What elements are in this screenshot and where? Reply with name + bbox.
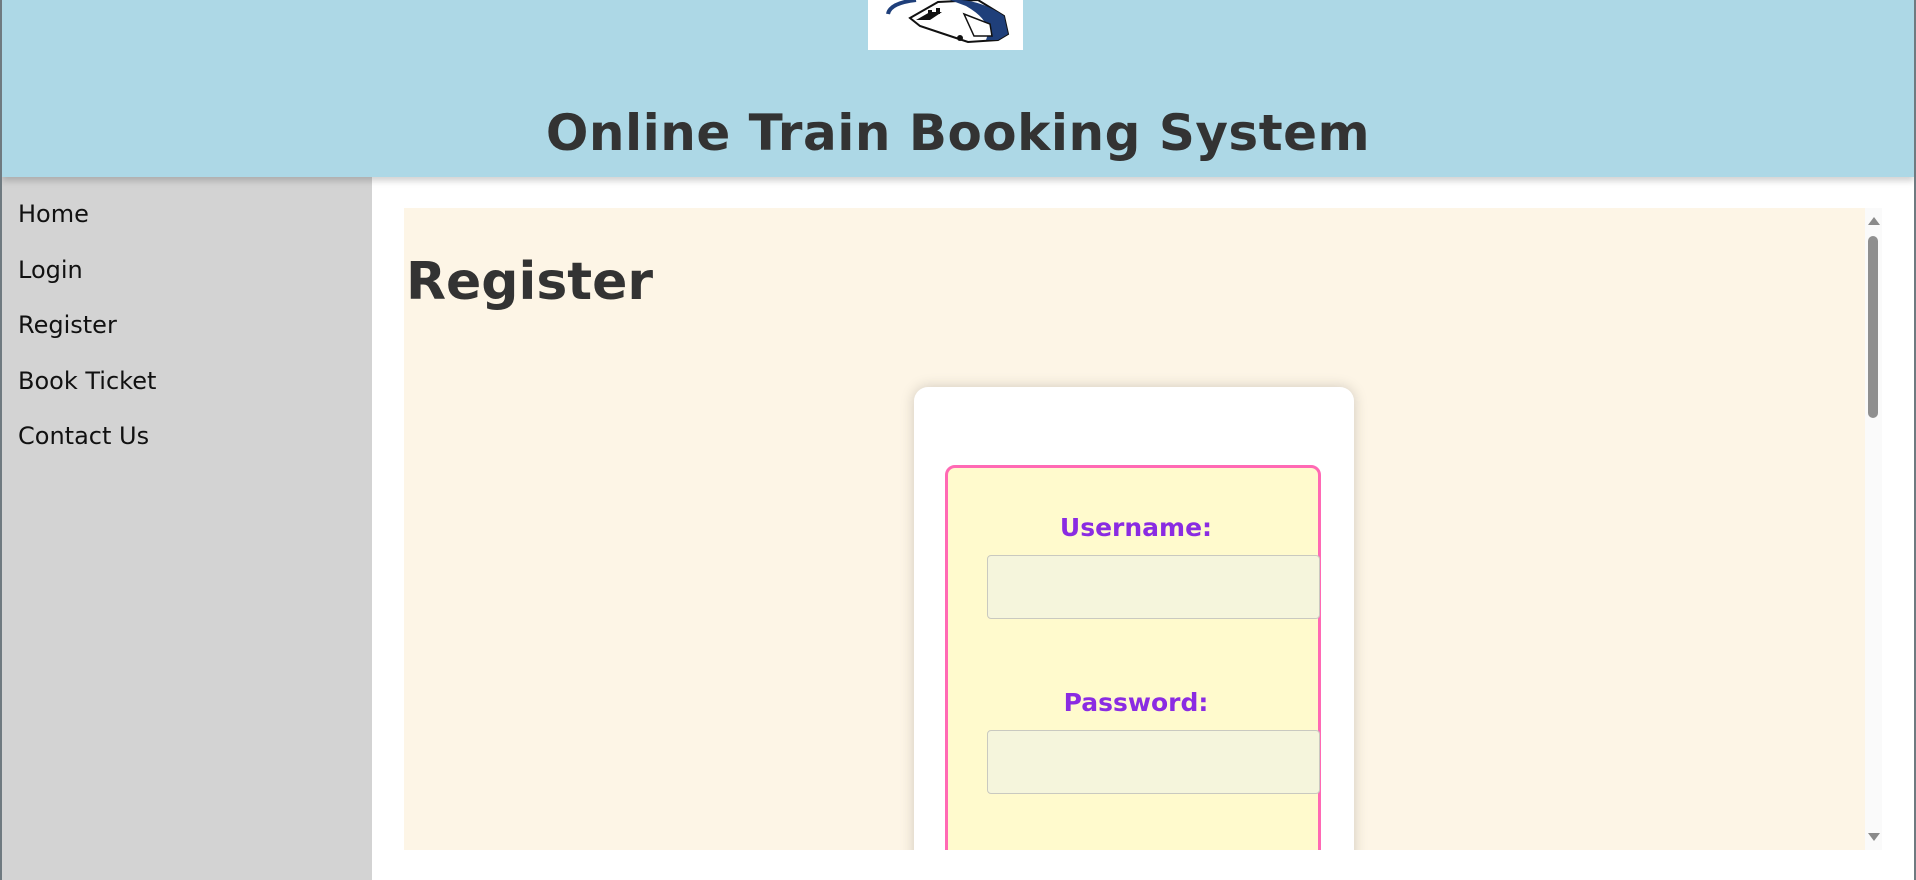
sidebar-nav: Home Login Register Book Ticket Contact … (2, 177, 372, 880)
scroll-thumb[interactable] (1868, 236, 1878, 418)
sidebar-menu: Home Login Register Book Ticket Contact … (2, 177, 372, 475)
sidebar-item-home[interactable]: Home (18, 197, 372, 253)
train-logo-icon (868, 0, 1023, 50)
username-label: Username: (1059, 513, 1213, 542)
sidebar-item-register[interactable]: Register (18, 308, 372, 364)
main-area: Register Username: Password: (372, 177, 1914, 880)
site-header: Online Train Booking System (2, 0, 1914, 177)
password-input[interactable] (987, 730, 1320, 794)
site-title: Online Train Booking System (545, 104, 1371, 162)
page: Online Train Booking System Home Login R… (0, 0, 1916, 880)
sidebar-item-login[interactable]: Login (18, 253, 372, 309)
content-scrollbar[interactable] (1865, 208, 1882, 850)
page-heading: Register (406, 252, 654, 312)
content-frame: Register Username: Password: (404, 208, 1878, 850)
register-form: Username: Password: (945, 465, 1321, 850)
register-card: Username: Password: (914, 387, 1354, 850)
username-input[interactable] (987, 555, 1320, 619)
sidebar-item-contact-us[interactable]: Contact Us (18, 419, 372, 475)
sidebar-item-book-ticket[interactable]: Book Ticket (18, 364, 372, 420)
scroll-up-arrow-icon[interactable] (1868, 217, 1880, 225)
train-logo-graphic (886, 0, 1010, 44)
scroll-down-arrow-icon[interactable] (1868, 833, 1880, 841)
password-label: Password: (1063, 688, 1209, 717)
